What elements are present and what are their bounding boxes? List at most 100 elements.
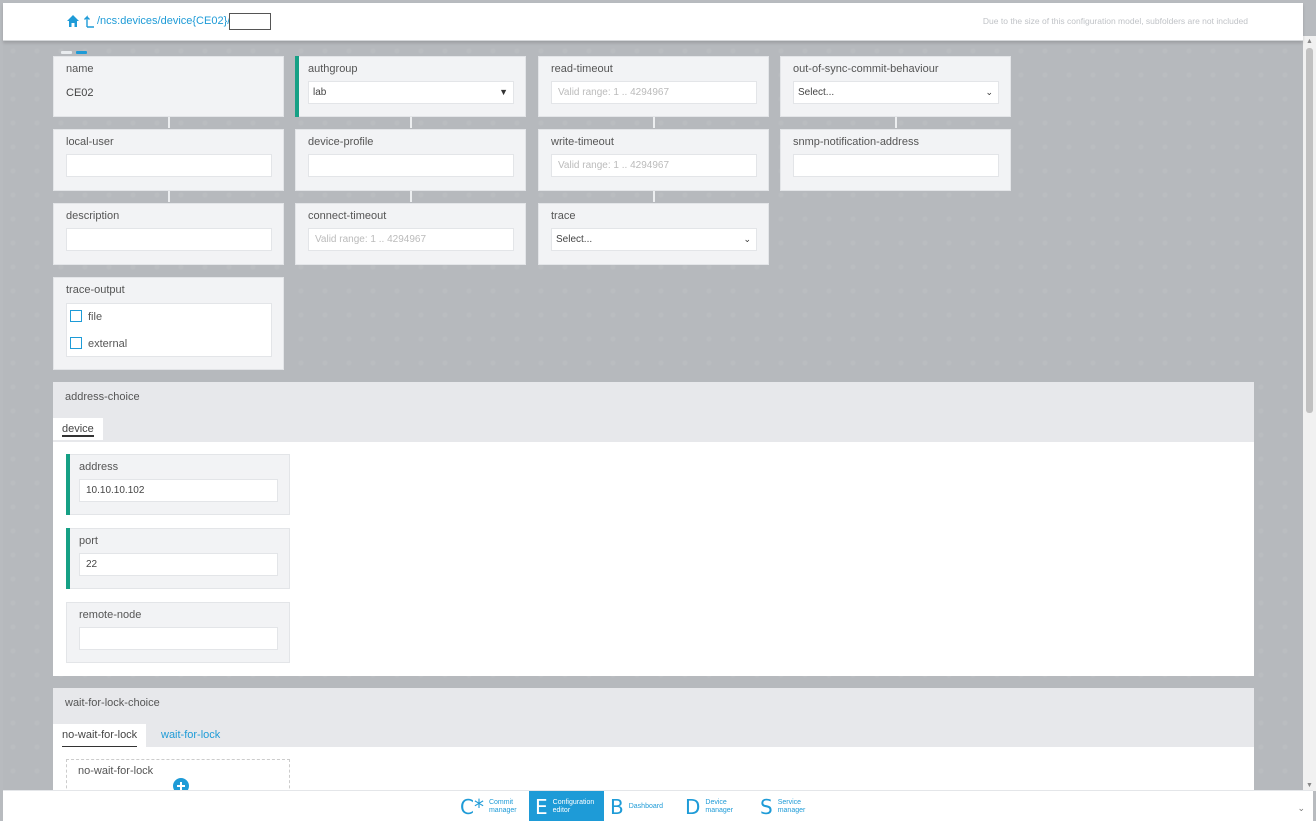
field-label: remote-node [79,609,142,621]
field-label: authgroup [308,63,358,75]
app-label: Dashboard [628,802,663,810]
field-label: no-wait-for-lock [78,765,154,777]
field-label: description [66,210,120,222]
read-timeout-input[interactable]: Valid range: 1 .. 4294967 [551,81,757,104]
chevron-down-icon[interactable]: ⌄ [1297,803,1305,814]
commit-manager-icon: C* [460,794,484,819]
trace-output-options: file external [66,303,272,357]
name-value[interactable]: CE02 [66,87,94,99]
section-title: wait-for-lock-choice [65,697,160,709]
field-trace-output: trace-output file external [53,277,284,370]
description-input[interactable] [66,228,272,251]
dashboard-icon: B [610,794,624,819]
app-label: Device manager [705,798,734,814]
scroll-thumb[interactable] [1306,48,1313,413]
field-label: write-timeout [551,136,614,148]
app-switcher-bar: C* Commit manager E Configuration editor… [3,790,1313,821]
scroll-up-icon[interactable]: ▲ [1306,38,1313,45]
top-bar: /ncs:devices/device{CE02}/ Due to the si… [3,3,1303,41]
service-manager-icon: S [760,794,773,819]
field-label: connect-timeout [308,210,387,222]
field-label: address [79,461,119,473]
field-remote-node: remote-node [66,602,290,663]
field-address: address 10.10.10.102 [66,454,290,515]
field-out-of-sync-commit-behaviour: out-of-sync-commit-behaviour Select... ⌄ [780,56,1011,117]
app-configuration-editor[interactable]: E Configuration editor [529,791,604,821]
section-title: address-choice [65,391,140,403]
info-note: Due to the size of this configuration mo… [982,16,1248,26]
remote-node-input[interactable] [79,627,278,650]
connect-timeout-input[interactable]: Valid range: 1 .. 4294967 [308,228,514,251]
app-label: Configuration editor [552,798,595,814]
wait-for-lock-body: no-wait-for-lock [53,747,1254,790]
selected-value: lab [313,87,327,98]
no-wait-for-lock-container: no-wait-for-lock [66,759,290,790]
connector [895,117,897,128]
port-input[interactable]: 22 [79,553,278,576]
field-label: device-profile [308,136,374,148]
device-manager-icon: D [685,794,701,819]
out-of-sync-select[interactable]: Select... ⌄ [793,81,999,104]
field-label: local-user [66,136,114,148]
selected-value: Select... [556,234,593,245]
tab-wait-for-lock[interactable]: wait-for-lock [152,724,229,746]
field-label: port [79,535,98,547]
app-label: Service manager [777,798,806,814]
checkbox-label: external [88,338,128,350]
field-label: name [66,63,94,75]
field-label: trace [551,210,576,222]
connector [410,117,412,128]
connector [168,117,170,128]
app-service-manager[interactable]: S Service manager [754,791,824,821]
field-label: trace-output [66,284,125,296]
checkbox-icon[interactable] [70,337,82,349]
field-device-profile: device-profile [295,129,526,191]
app-device-manager[interactable]: D Device manager [679,791,751,821]
checkbox-icon[interactable] [70,310,82,322]
app-dashboard[interactable]: B Dashboard [604,791,675,821]
scroll-down-icon[interactable]: ▼ [1306,782,1313,789]
field-port: port 22 [66,528,290,589]
field-name: name CE02 [53,56,284,117]
vertical-scrollbar[interactable]: ▲ ▼ [1303,36,1316,791]
view-tab-active[interactable] [76,51,87,54]
add-icon[interactable] [173,778,189,790]
field-label: read-timeout [551,63,613,75]
write-timeout-input[interactable]: Valid range: 1 .. 4294967 [551,154,757,177]
dropdown-arrow-icon: ▼ [499,87,508,97]
checkbox-external[interactable]: external [70,337,127,350]
config-canvas: name CE02 authgroup lab ▼ read-timeout V… [3,41,1303,790]
connector [168,191,170,202]
wait-for-lock-choice-section: wait-for-lock-choice no-wait-for-lock wa… [53,688,1254,790]
field-read-timeout: read-timeout Valid range: 1 .. 4294967 [538,56,769,117]
field-connect-timeout: connect-timeout Valid range: 1 .. 429496… [295,203,526,265]
field-label: out-of-sync-commit-behaviour [793,63,939,75]
connector [653,117,655,128]
snmp-address-input[interactable] [793,154,999,177]
authgroup-select[interactable]: lab ▼ [308,81,514,104]
field-snmp-notification-address: snmp-notification-address [780,129,1011,191]
view-tab[interactable] [61,51,72,54]
address-input[interactable]: 10.10.10.102 [79,479,278,502]
chevron-down-icon: ⌄ [743,234,751,244]
field-authgroup: authgroup lab ▼ [295,56,526,117]
field-local-user: local-user [53,129,284,191]
tab-device[interactable]: device [53,418,103,440]
address-choice-section: address-choice device address 10.10.10.1… [53,382,1254,676]
home-icon[interactable] [66,14,80,28]
breadcrumb[interactable]: /ncs:devices/device{CE02}/ [97,15,230,27]
path-input[interactable] [229,13,271,30]
address-choice-body: address 10.10.10.102 port 22 remote-node [53,442,1254,676]
local-user-input[interactable] [66,154,272,177]
checkbox-label: file [88,311,103,323]
checkbox-file[interactable]: file [70,310,102,323]
device-profile-input[interactable] [308,154,514,177]
level-up-icon[interactable] [83,14,95,28]
chevron-down-icon: ⌄ [985,87,993,97]
selected-value: Select... [798,87,835,98]
field-write-timeout: write-timeout Valid range: 1 .. 4294967 [538,129,769,191]
app-commit-manager[interactable]: C* Commit manager [454,791,535,821]
connector [653,191,655,202]
field-trace: trace Select... ⌄ [538,203,769,265]
trace-select[interactable]: Select... ⌄ [551,228,757,251]
